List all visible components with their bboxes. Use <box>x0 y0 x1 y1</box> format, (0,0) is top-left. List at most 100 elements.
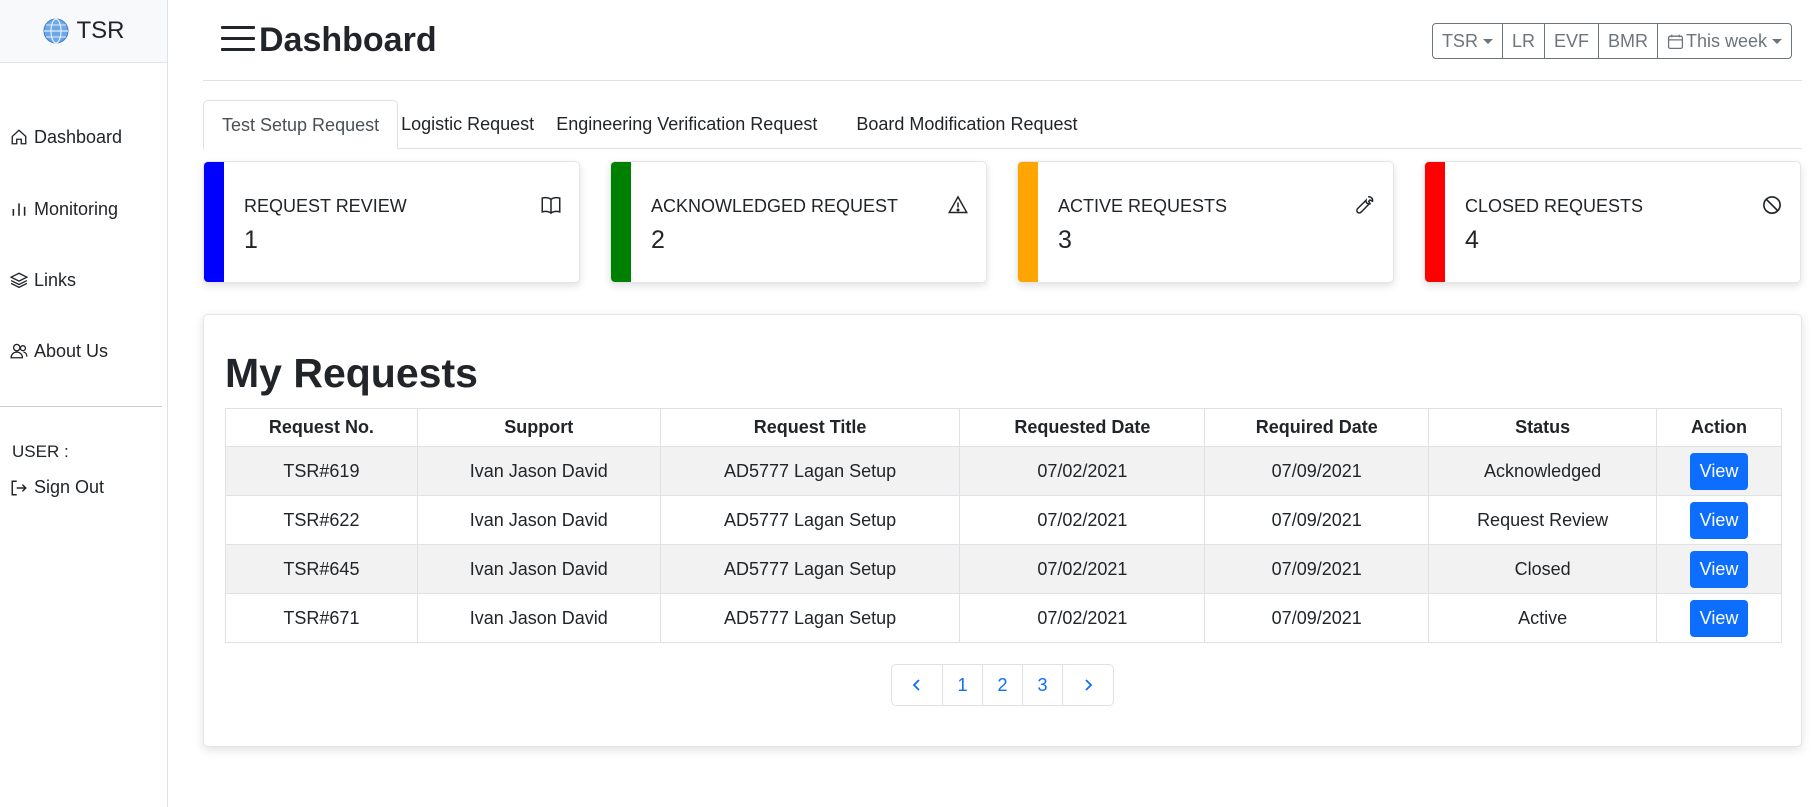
ban-icon <box>1763 196 1781 214</box>
tab-engineering-verification-request[interactable]: Engineering Verification Request <box>556 100 817 149</box>
requested-date-cell: 07/02/2021 <box>959 446 1206 496</box>
sign-out-link[interactable]: Sign Out <box>10 477 104 498</box>
card-value: 2 <box>651 226 665 254</box>
view-button[interactable]: View <box>1689 452 1749 490</box>
sidebar-item-label: Links <box>34 269 77 290</box>
request-no-cell: TSR#645 <box>225 544 418 594</box>
status-cell: Acknowledged <box>1428 446 1658 496</box>
card-accent-bar <box>1018 162 1038 282</box>
brand[interactable]: TSR <box>0 0 167 63</box>
requested-date-cell: 07/02/2021 <box>959 544 1206 594</box>
view-button[interactable]: View <box>1689 550 1749 588</box>
sign-out-label: Sign Out <box>34 477 105 497</box>
period-dropdown-button[interactable]: This week <box>1656 23 1792 59</box>
table-header-row: Request No. Support Request Title Reques… <box>225 408 1782 447</box>
card-label: ACKNOWLEDGED REQUEST <box>651 196 899 216</box>
closed-requests-card: CLOSED REQUESTS 4 <box>1424 161 1801 283</box>
next-page-button[interactable] <box>1062 664 1114 706</box>
support-cell: Ivan Jason David <box>416 544 661 594</box>
column-header: Request No. <box>225 408 418 447</box>
request-no-cell: TSR#622 <box>225 495 418 545</box>
sidebar-item-dashboard[interactable]: Dashboard <box>0 122 122 152</box>
action-cell: View <box>1656 544 1782 594</box>
chevron-right-icon <box>1085 679 1093 691</box>
view-button[interactable]: View <box>1689 501 1749 539</box>
sidebar-divider <box>0 406 162 407</box>
card-value: 4 <box>1465 226 1479 254</box>
my-requests-panel: My Requests Request No. Support Request … <box>203 314 1802 747</box>
sidebar: TSR Dashboard Monitoring Links About Us … <box>0 0 168 807</box>
previous-page-button[interactable] <box>891 664 943 706</box>
brand-title: TSR <box>76 17 125 44</box>
home-icon <box>11 129 27 145</box>
request-title-cell: AD5777 Lagan Setup <box>659 593 961 643</box>
sidebar-item-label: About Us <box>34 340 109 361</box>
card-accent-bar <box>204 162 224 282</box>
card-label: ACTIVE REQUESTS <box>1058 196 1228 216</box>
caret-down-icon <box>1482 38 1493 44</box>
card-label: CLOSED REQUESTS <box>1465 196 1644 216</box>
evf-button[interactable]: EVF <box>1543 23 1599 59</box>
user-label: USER : <box>12 442 69 461</box>
column-header: Requested Date <box>959 408 1206 447</box>
page-title: Dashboard <box>259 21 437 59</box>
people-icon <box>10 343 28 359</box>
tab-board-modification-request[interactable]: Board Modification Request <box>856 100 1077 149</box>
request-title-cell: AD5777 Lagan Setup <box>659 446 961 496</box>
active-requests-card: ACTIVE REQUESTS 3 <box>1017 161 1394 283</box>
status-cell: Request Review <box>1428 495 1658 545</box>
column-header: Status <box>1428 408 1658 447</box>
page-2-button[interactable]: 2 <box>982 664 1023 706</box>
card-label: REQUEST REVIEW <box>244 196 407 216</box>
sign-out-icon <box>11 480 27 495</box>
sidebar-item-label: Monitoring <box>34 198 119 219</box>
sidebar-item-about-us[interactable]: About Us <box>0 336 108 366</box>
status-cell: Closed <box>1428 544 1658 594</box>
action-cell: View <box>1656 593 1782 643</box>
required-date-cell: 07/09/2021 <box>1204 544 1430 594</box>
layers-icon <box>10 272 28 289</box>
calendar-icon <box>1667 34 1684 49</box>
acknowledged-request-card: ACKNOWLEDGED REQUEST 2 <box>610 161 987 283</box>
support-cell: Ivan Jason David <box>416 593 661 643</box>
bmr-button[interactable]: BMR <box>1597 23 1658 59</box>
sidebar-item-monitoring[interactable]: Monitoring <box>0 194 118 224</box>
request-title-cell: AD5777 Lagan Setup <box>659 495 961 545</box>
request-type-button-group: TSR LR EVF BMR This week <box>1431 23 1792 59</box>
globe-icon <box>43 18 69 44</box>
table-row: TSR#622 Ivan Jason David AD5777 Lagan Se… <box>225 495 1782 545</box>
requests-table: Request No. Support Request Title Reques… <box>225 408 1782 643</box>
card-accent-bar <box>1425 162 1445 282</box>
lr-button[interactable]: LR <box>1501 23 1545 59</box>
request-no-cell: TSR#671 <box>225 593 418 643</box>
tab-logistic-request[interactable]: Logistic Request <box>401 100 534 149</box>
card-value: 1 <box>244 226 258 254</box>
table-row: TSR#645 Ivan Jason David AD5777 Lagan Se… <box>225 544 1782 594</box>
page-3-button[interactable]: 3 <box>1022 664 1063 706</box>
wrench-icon <box>1356 196 1374 214</box>
requested-date-cell: 07/02/2021 <box>959 495 1206 545</box>
required-date-cell: 07/09/2021 <box>1204 446 1430 496</box>
request-no-cell: TSR#619 <box>225 446 418 496</box>
tsr-dropdown-button[interactable]: TSR <box>1431 23 1503 59</box>
table-row: TSR#619 Ivan Jason David AD5777 Lagan Se… <box>225 446 1782 496</box>
action-cell: View <box>1656 495 1782 545</box>
request-review-card: REQUEST REVIEW 1 <box>203 161 580 283</box>
warning-icon <box>948 195 968 214</box>
support-cell: Ivan Jason David <box>416 495 661 545</box>
column-header: Action <box>1656 408 1782 447</box>
view-button[interactable]: View <box>1689 599 1749 637</box>
menu-toggle-icon[interactable] <box>221 26 255 54</box>
sidebar-item-label: Dashboard <box>34 126 123 147</box>
bar-chart-icon <box>12 203 26 216</box>
card-accent-bar <box>611 162 631 282</box>
action-cell: View <box>1656 446 1782 496</box>
tab-test-setup-request[interactable]: Test Setup Request <box>203 100 399 150</box>
table-row: TSR#671 Ivan Jason David AD5777 Lagan Se… <box>225 593 1782 643</box>
chevron-left-icon <box>912 679 920 691</box>
required-date-cell: 07/09/2021 <box>1204 495 1430 545</box>
support-cell: Ivan Jason David <box>416 446 661 496</box>
page-1-button[interactable]: 1 <box>942 664 983 706</box>
panel-title: My Requests <box>225 350 478 396</box>
sidebar-item-links[interactable]: Links <box>0 265 76 295</box>
